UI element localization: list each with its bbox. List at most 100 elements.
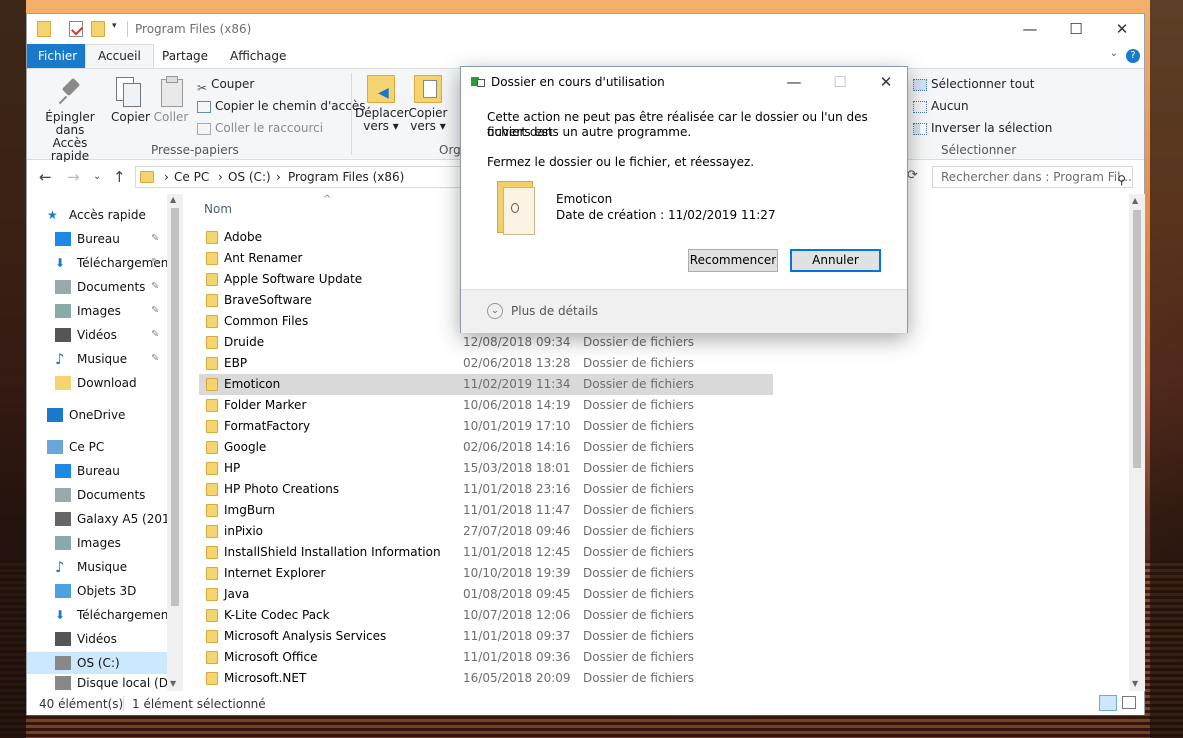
- table-row[interactable]: HP 15/03/2018 18:01 Dossier de fichiers: [199, 458, 773, 479]
- breadcrumb-program-files-x86[interactable]: Program Files (x86): [288, 170, 404, 184]
- table-row[interactable]: ImgBurn 11/01/2018 11:47 Dossier de fichie…: [199, 500, 773, 521]
- invert-selection-button[interactable]: Inverser la sélection: [913, 119, 1052, 137]
- nav-item[interactable]: Vidéos: [27, 628, 172, 650]
- table-row[interactable]: InstallShield Installation Information 11…: [199, 542, 773, 563]
- table-row[interactable]: Folder Marker 10/06/2018 14:19 Dossier de …: [199, 395, 773, 416]
- table-row[interactable]: Internet Explorer 10/10/2018 19:39 Dossier…: [199, 563, 773, 584]
- copy-to-button[interactable]: Copier vers ▾: [405, 73, 451, 133]
- nav-item[interactable]: ⬇ Téléchargements ✎: [27, 252, 179, 274]
- recent-locations-icon[interactable]: ⌄: [93, 171, 101, 182]
- nav-item[interactable]: Bureau: [27, 460, 172, 482]
- table-row[interactable]: Microsoft.NET 16/05/2018 20:09 Dossier de …: [199, 668, 773, 689]
- properties-icon[interactable]: [69, 21, 84, 37]
- table-row[interactable]: EBP 02/06/2018 13:28 Dossier de fichiers: [199, 353, 773, 374]
- help-icon[interactable]: ?: [1126, 49, 1140, 63]
- pin-icon[interactable]: ✎: [151, 324, 159, 346]
- main-scrollbar-thumb[interactable]: [1133, 210, 1141, 468]
- nav-item[interactable]: ♪ Musique: [27, 556, 172, 578]
- more-details-link[interactable]: Plus de détails: [511, 304, 598, 318]
- new-folder-icon[interactable]: [91, 21, 105, 37]
- table-row[interactable]: Java 01/08/2018 09:45 Dossier de fichiers: [199, 584, 773, 605]
- nav-item[interactable]: Disque local (D:): [27, 672, 177, 691]
- refresh-icon[interactable]: ⟳: [907, 168, 918, 183]
- quick-access-dropdown-icon[interactable]: ▾: [112, 21, 126, 37]
- table-row[interactable]: Google 02/06/2018 14:16 Dossier de fichier…: [199, 437, 773, 458]
- retry-button[interactable]: Recommencer: [688, 249, 778, 272]
- search-input[interactable]: Rechercher dans : Program Fil... ⚲: [932, 166, 1133, 188]
- expand-details-icon[interactable]: ⌄: [487, 303, 503, 319]
- table-row[interactable]: Emoticon 11/02/2019 11:34 Dossier de fichi…: [199, 374, 773, 395]
- table-row[interactable]: inPixio 27/07/2018 09:46 Dossier de fichie…: [199, 521, 773, 542]
- main-scroll-down-icon[interactable]: ▼: [1132, 679, 1138, 688]
- nav-item[interactable]: Images ✎: [27, 300, 172, 322]
- column-header-name[interactable]: Nom: [204, 202, 232, 216]
- back-arrow-icon[interactable]: ←: [39, 168, 52, 186]
- select-group-label: Sélectionner: [941, 143, 1017, 157]
- dialog-minimize-button[interactable]: —: [771, 67, 817, 97]
- cut-button[interactable]: ✂ Couper: [197, 75, 254, 95]
- paste-shortcut-button[interactable]: Coller le raccourci: [197, 119, 323, 137]
- nav-item[interactable]: Documents: [27, 484, 172, 506]
- dialog-close-button[interactable]: ✕: [863, 67, 909, 97]
- nav-item[interactable]: OS (C:): [27, 652, 172, 674]
- nav-item[interactable]: Galaxy A5 (2017): [27, 508, 182, 530]
- copy-button[interactable]: Copier: [111, 73, 150, 124]
- search-icon[interactable]: ⚲: [1117, 170, 1126, 190]
- move-to-button[interactable]: ◀ Déplacer vers ▾: [355, 73, 409, 133]
- table-row[interactable]: FormatFactory 10/01/2019 17:10 Dossier de …: [199, 416, 773, 437]
- details-view-icon[interactable]: [1099, 695, 1117, 711]
- breadcrumb-this-pc[interactable]: Ce PC: [174, 170, 209, 184]
- up-arrow-icon[interactable]: ↑: [113, 168, 126, 186]
- ribbon-expand-icon[interactable]: ⌄: [1110, 48, 1118, 59]
- nav-item[interactable]: Documents ✎: [27, 276, 172, 298]
- nav-scroll-up-icon[interactable]: ▲: [170, 195, 176, 204]
- paste-shortcut-label: Coller le raccourci: [215, 121, 324, 135]
- nav-item[interactable]: Images: [27, 532, 172, 554]
- main-scroll-up-icon[interactable]: ▲: [1132, 196, 1138, 205]
- file-name: HP: [224, 461, 241, 475]
- tab-share[interactable]: Partage: [150, 44, 220, 68]
- tab-home[interactable]: Accueil: [85, 44, 154, 68]
- nav-item[interactable]: Download: [27, 372, 172, 394]
- nav-item[interactable]: Objets 3D: [27, 580, 172, 602]
- maximize-button[interactable]: ☐: [1053, 14, 1099, 44]
- large-icons-view-icon[interactable]: [1122, 696, 1136, 709]
- pin-icon[interactable]: ✎: [151, 228, 159, 250]
- breadcrumb-os-drive[interactable]: OS (C:): [228, 170, 271, 184]
- table-row[interactable]: HP Photo Creations 11/01/2018 23:16 Dossie…: [199, 479, 773, 500]
- table-row[interactable]: K-Lite Codec Pack 10/07/2018 12:06 Dossier…: [199, 605, 773, 626]
- nav-item-label: Disque local (D:): [77, 676, 177, 690]
- nav-item[interactable]: ★ Accès rapide: [27, 204, 172, 226]
- nav-item[interactable]: Bureau ✎: [27, 228, 172, 250]
- select-all-button[interactable]: Sélectionner tout: [913, 75, 1034, 93]
- cancel-button[interactable]: Annuler: [790, 249, 881, 272]
- pin-icon[interactable]: ✎: [151, 348, 159, 370]
- pin-icon[interactable]: ✎: [151, 300, 159, 322]
- pin-icon[interactable]: ✎: [151, 276, 159, 298]
- tab-view[interactable]: Affichage: [218, 44, 298, 68]
- minimize-button[interactable]: —: [1007, 14, 1053, 44]
- nav-item[interactable]: OneDrive: [27, 404, 172, 426]
- pin-quick-access-button[interactable]: Épingler dans Accès rapide: [33, 73, 107, 163]
- paste-button[interactable]: Coller: [153, 73, 189, 124]
- nav-item-label: Objets 3D: [77, 584, 137, 598]
- file-name: FormatFactory: [224, 419, 311, 433]
- close-button[interactable]: ✕: [1099, 14, 1145, 44]
- nav-item[interactable]: ⬇ Téléchargements: [27, 604, 179, 626]
- select-none-button[interactable]: Aucun: [913, 97, 969, 115]
- nav-item[interactable]: Vidéos ✎: [27, 324, 172, 346]
- file-type: Dossier de fichiers: [583, 608, 695, 622]
- folder-icon: [206, 504, 218, 517]
- nav-scroll-down-icon[interactable]: ▼: [170, 679, 176, 688]
- copy-path-button[interactable]: Copier le chemin d'accès: [197, 97, 365, 115]
- nav-scrollbar-thumb[interactable]: [171, 208, 179, 606]
- table-row[interactable]: Druide 12/08/2018 09:34 Dossier de fichier…: [199, 332, 773, 353]
- tab-file[interactable]: Fichier: [27, 44, 89, 68]
- pin-icon[interactable]: ✎: [151, 252, 159, 274]
- nav-item[interactable]: Ce PC: [27, 436, 172, 458]
- table-row[interactable]: Microsoft Office 11/01/2018 09:36 Dossier …: [199, 647, 773, 668]
- table-row[interactable]: Microsoft Analysis Services 11/01/2018 09…: [199, 626, 773, 647]
- forward-arrow-icon[interactable]: →: [67, 168, 80, 186]
- nav-item[interactable]: ♪ Musique ✎: [27, 348, 172, 370]
- file-date: 27/07/2018 09:46: [463, 524, 571, 538]
